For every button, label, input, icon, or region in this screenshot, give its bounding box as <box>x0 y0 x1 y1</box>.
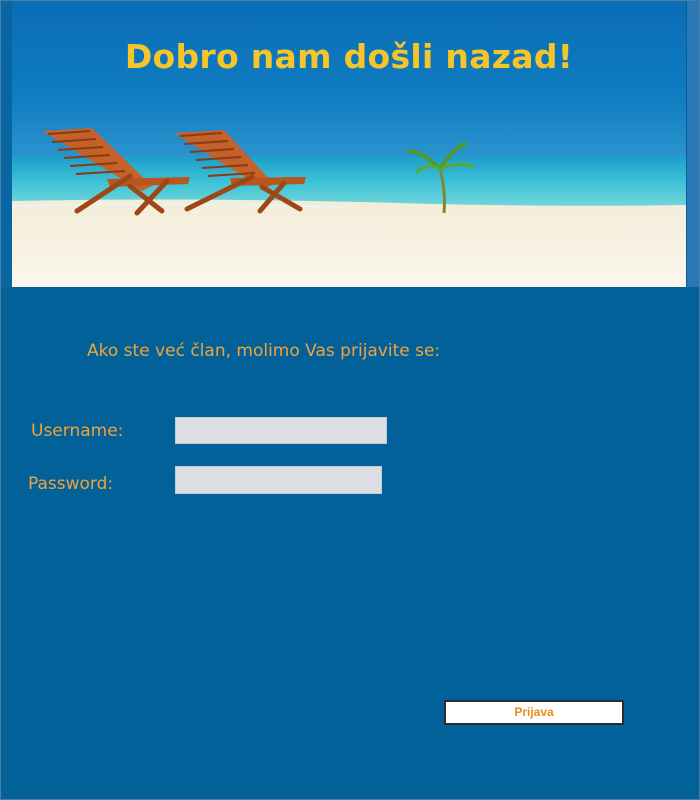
username-label: Username: <box>31 421 124 441</box>
password-label: Password: <box>28 474 114 494</box>
login-page: Dobro nam došli nazad! Ako ste već član,… <box>0 0 700 800</box>
password-input[interactable] <box>175 466 382 494</box>
page-title: Dobro nam došli nazad! <box>124 37 574 76</box>
login-button[interactable]: Prijava <box>444 700 624 725</box>
beach-banner: Dobro nam došli nazad! <box>12 1 686 287</box>
login-prompt: Ako ste već član, molimo Vas prijavite s… <box>87 341 441 361</box>
banner-left-edge <box>1 1 12 287</box>
banner-right-edge <box>687 1 699 287</box>
username-input[interactable] <box>175 417 387 444</box>
